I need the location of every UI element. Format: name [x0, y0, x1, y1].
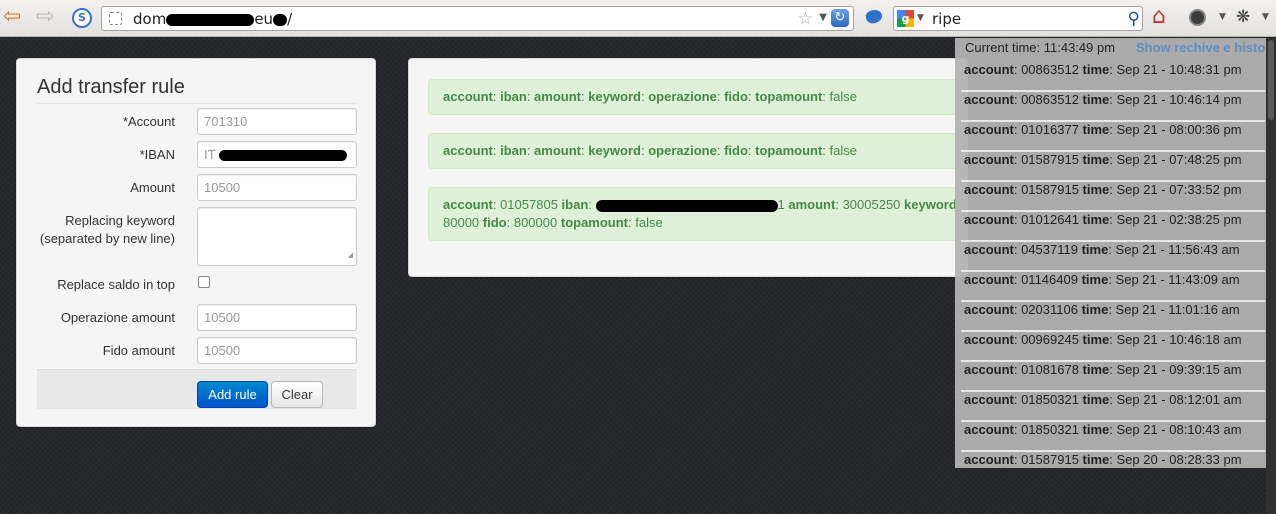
rule-alert: account: 01057805 iban: 1 amount: 300052…	[428, 187, 967, 241]
keyword-label-line1: Replacing keyword	[65, 213, 175, 228]
url-text[interactable]: dom eu /	[133, 10, 292, 28]
history-item[interactable]: account: 01146409 time: Sep 21 - 11:43:0…	[961, 272, 1265, 302]
history-item[interactable]: account: 01850321 time: Sep 21 - 08:12:0…	[961, 392, 1265, 422]
operazione-amount-field[interactable]: 10500	[197, 304, 357, 331]
clear-button[interactable]: Clear	[271, 381, 323, 408]
amount-label: Amount	[130, 180, 175, 195]
extension-icon[interactable]	[864, 7, 884, 26]
history-item[interactable]: account: 04537119 time: Sep 21 - 11:56:4…	[961, 242, 1265, 272]
redacted-mark	[595, 199, 778, 212]
forward-arrow-icon[interactable]: ⇨	[36, 6, 54, 28]
history-item[interactable]: account: 01587915 time: Sep 21 - 07:48:2…	[961, 152, 1265, 182]
browser-toolbar: ⇦ ⇨ S dom eu / ☆ ▼ ↻ g ▼ ripe ⚲ ⌂ ▼ ❋ ▼	[0, 0, 1276, 37]
rule-alert: account: iban: amount: keyword: operazio…	[428, 79, 967, 115]
history-item[interactable]: account: 01850321 time: Sep 21 - 08:10:4…	[961, 422, 1265, 452]
history-item[interactable]: account: 01587915 time: Sep 21 - 07:33:5…	[961, 182, 1265, 212]
bookmark-star-icon[interactable]: ☆	[798, 9, 813, 29]
add-rule-panel: Add transfer rule *Account 701310 *IBAN …	[16, 58, 376, 427]
operazione-amount-label: Operazione amount	[60, 310, 175, 325]
iban-label: *IBAN	[139, 147, 175, 162]
page-icon	[109, 12, 122, 25]
keyword-label: Replacing keyword (separated by new line…	[40, 212, 175, 248]
history-item[interactable]: account: 01081678 time: Sep 21 - 09:39:1…	[961, 362, 1265, 392]
search-bar[interactable]: g ▼ ripe ⚲	[893, 6, 1143, 31]
history-item[interactable]: account: 00969245 time: Sep 21 - 10:46:1…	[961, 332, 1265, 362]
site-identity-icon[interactable]: S	[72, 8, 92, 28]
history-item[interactable]: account: 01587915 time: Sep 20 - 08:28:3…	[961, 452, 1265, 468]
redacted-mark	[166, 13, 255, 26]
bug-dropdown-icon[interactable]: ▼	[1262, 12, 1269, 22]
search-input[interactable]: ripe	[932, 10, 961, 28]
rule-alert: account: iban: amount: keyword: operazio…	[428, 133, 967, 169]
bug-icon[interactable]: ❋	[1236, 7, 1250, 27]
amount-field[interactable]: 10500	[197, 174, 357, 201]
add-rule-button[interactable]: Add rule	[197, 381, 268, 408]
redacted-mark	[218, 150, 347, 162]
home-icon[interactable]: ⌂	[1152, 6, 1166, 28]
url-dropdown-icon[interactable]: ▼	[819, 12, 827, 23]
iban-field[interactable]: IT	[197, 141, 357, 168]
google-icon[interactable]: g	[897, 10, 914, 27]
account-field[interactable]: 701310	[197, 108, 357, 135]
resize-grip-icon[interactable]: ◢	[348, 248, 353, 263]
replace-saldo-checkbox[interactable]	[198, 276, 210, 288]
keyword-textarea[interactable]: ◢	[197, 207, 357, 266]
history-item[interactable]: account: 02031106 time: Sep 21 - 11:01:1…	[961, 302, 1265, 332]
back-arrow-icon[interactable]: ⇦	[3, 6, 21, 28]
fido-amount-label: Fido amount	[102, 343, 175, 358]
history-item[interactable]: account: 01012641 time: Sep 21 - 02:38:2…	[961, 212, 1265, 242]
address-bar[interactable]: dom eu / ☆ ▼ ↻	[101, 6, 854, 31]
chat-dropdown-icon[interactable]: ▼	[1219, 12, 1226, 22]
scrollbar-thumb[interactable]	[1268, 40, 1274, 120]
reload-icon[interactable]: ↻	[831, 9, 849, 27]
current-time: Current time: 11:43:49 pm	[965, 40, 1116, 55]
history-popup: Current time: 11:43:49 pm Show rechive e…	[955, 38, 1274, 468]
account-label: *Account	[122, 114, 175, 129]
search-engine-dropdown-icon[interactable]: ▼	[917, 13, 924, 23]
search-icon[interactable]: ⚲	[1128, 9, 1140, 29]
form-actions: Add rule Clear	[37, 369, 357, 409]
history-item[interactable]: account: 01016377 time: Sep 21 - 08:00:3…	[961, 122, 1265, 152]
history-list: account: 00863512 time: Sep 21 - 10:48:3…	[961, 62, 1265, 468]
history-item[interactable]: account: 00863512 time: Sep 21 - 10:48:3…	[961, 62, 1265, 92]
replace-saldo-label: Replace saldo in top	[57, 277, 175, 292]
redacted-mark	[273, 13, 288, 26]
history-item[interactable]: account: 00863512 time: Sep 21 - 10:46:1…	[961, 92, 1265, 122]
chat-icon[interactable]	[1189, 9, 1206, 26]
form-title: Add transfer rule	[37, 76, 357, 104]
fido-amount-field[interactable]: 10500	[197, 337, 357, 364]
rules-panel: account: iban: amount: keyword: operazio…	[408, 58, 968, 277]
show-history-link[interactable]: Show rechive e history	[1136, 40, 1274, 55]
keyword-label-line2: (separated by new line)	[39, 231, 175, 246]
